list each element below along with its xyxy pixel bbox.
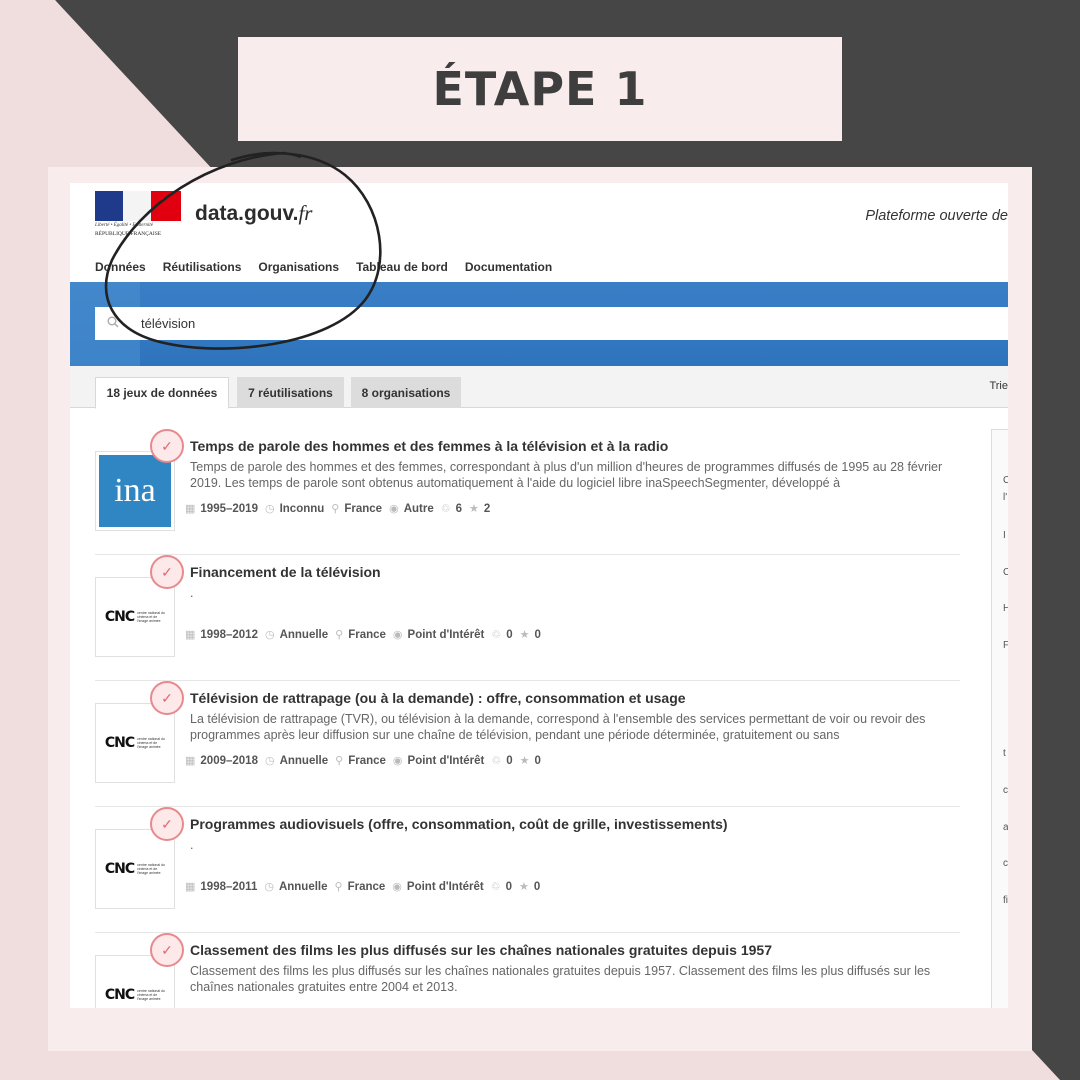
brand-name: data.gouv.	[195, 202, 299, 225]
calendar-icon: ▦	[185, 881, 196, 893]
clock-icon: ◷	[264, 503, 275, 515]
star-icon: ★	[469, 503, 479, 515]
search-input[interactable]	[141, 316, 741, 331]
result-meta: ▦ 1998–2012 ◷ Annuelle ⚲ France ◉ Point d'In…	[185, 628, 541, 642]
star-icon: ★	[519, 881, 529, 893]
step-title: ÉTAPE 1	[432, 62, 648, 116]
recycle-icon: ♲	[491, 629, 502, 641]
result-description: Classement des films les plus diffusés s…	[190, 964, 931, 994]
ina-logo: ina	[95, 451, 175, 531]
granularity-icon: ◉	[392, 881, 402, 893]
nav-donnees[interactable]: Données	[95, 260, 146, 274]
certified-badge-icon: ✓	[150, 429, 184, 463]
location-icon: ⚲	[335, 629, 344, 641]
cnc-logo: CNC centre national du cinéma et de l'ima…	[95, 829, 175, 909]
marianne-flag-logo[interactable]	[95, 191, 181, 221]
tab-reuses[interactable]: 7 réutilisations	[237, 377, 344, 408]
certified-badge-icon: ✓	[150, 555, 184, 589]
calendar-icon: ▦	[185, 755, 196, 767]
list-item[interactable]: CNC centre national du cinéma et de l'ima…	[95, 933, 960, 1008]
certified-badge-icon: ✓	[150, 933, 184, 967]
list-item[interactable]: CNC centre national du cinéma et de l'ima…	[95, 555, 960, 681]
granularity-icon: ◉	[392, 629, 403, 641]
cnc-logo: CNC centre national du cinéma et de l'ima…	[95, 577, 175, 657]
result-title[interactable]: Classement des films les plus diffusés s…	[190, 942, 772, 958]
location-icon: ⚲	[335, 755, 344, 767]
granularity-icon: ◉	[392, 755, 403, 767]
result-title[interactable]: Programmes audiovisuels (offre, consomma…	[190, 816, 728, 832]
calendar-icon: ▦	[185, 503, 196, 515]
result-description: La télévision de rattrapage (TVR), ou té…	[190, 712, 926, 742]
result-title[interactable]: Télévision de rattrapage (ou à la demand…	[190, 690, 686, 706]
sort-label[interactable]: Trie	[989, 380, 1008, 392]
result-description: .	[190, 586, 194, 600]
location-icon: ⚲	[331, 503, 340, 515]
brand-ext: fr	[298, 201, 313, 225]
site-brand[interactable]: data.gouv.fr	[195, 201, 312, 226]
result-tabs: 18 jeux de données 7 réutilisations 8 or…	[70, 366, 1008, 409]
search-band	[70, 282, 1008, 366]
side-panel: C l' I C H F t c a c fi	[991, 429, 1008, 1008]
tab-datasets[interactable]: 18 jeux de données	[95, 377, 229, 409]
result-meta: ▦ 1998–2011 ◷ Annuelle ⚲ France ◉ Point d'In…	[185, 880, 541, 894]
result-meta: ▦ 2009–2018 ◷ Annuelle ⚲ France ◉ Point d'In…	[185, 754, 541, 768]
certified-badge-icon: ✓	[150, 807, 184, 841]
list-item[interactable]: ina ✓ Temps de parole des hommes et des …	[95, 429, 960, 555]
nav-tableau-de-bord[interactable]: Tableau de bord	[356, 260, 448, 274]
tab-organisations[interactable]: 8 organisations	[351, 377, 461, 408]
star-icon: ★	[519, 629, 530, 641]
result-title[interactable]: Temps de parole des hommes et des femmes…	[190, 438, 668, 454]
search-icon	[107, 316, 127, 331]
star-icon: ★	[519, 755, 530, 767]
result-title[interactable]: Financement de la télévision	[190, 564, 381, 580]
list-item[interactable]: CNC centre national du cinéma et de l'ima…	[95, 807, 960, 933]
list-item[interactable]: CNC centre national du cinéma et de l'ima…	[95, 681, 960, 807]
recycle-icon: ♲	[440, 503, 451, 515]
clock-icon: ◷	[264, 629, 275, 641]
search-box[interactable]	[95, 307, 1008, 340]
recycle-icon: ♲	[491, 755, 502, 767]
step-title-box: ÉTAPE 1	[238, 37, 842, 141]
republic-motto: Liberté • Égalité • Fraternité	[95, 223, 153, 228]
nav-documentation[interactable]: Documentation	[465, 260, 552, 274]
certified-badge-icon: ✓	[150, 681, 184, 715]
cnc-logo: CNC centre national du cinéma et de l'ima…	[95, 703, 175, 783]
result-description: Temps de parole des hommes et des femmes…	[190, 460, 943, 490]
main-nav: Données Réutilisations Organisations Tab…	[95, 260, 552, 274]
location-icon: ⚲	[334, 881, 343, 893]
nav-reutilisations[interactable]: Réutilisations	[163, 260, 242, 274]
clock-icon: ◷	[264, 881, 274, 893]
nav-organisations[interactable]: Organisations	[258, 260, 339, 274]
clock-icon: ◷	[264, 755, 275, 767]
result-meta: ▦ 1995–2019 ◷ Inconnu ⚲ France ◉ Autre ♲ 6 ★ 2	[185, 502, 491, 516]
result-description: .	[190, 838, 194, 852]
republic-label: RÉPUBLIQUE FRANÇAISE	[95, 231, 162, 237]
granularity-icon: ◉	[389, 503, 399, 515]
recycle-icon: ♲	[490, 881, 501, 893]
site-tagline: Plateforme ouverte de	[865, 208, 1008, 224]
calendar-icon: ▦	[185, 629, 196, 641]
browser-screenshot: Liberté • Égalité • Fraternité RÉPUBLIQU…	[70, 183, 1008, 1008]
